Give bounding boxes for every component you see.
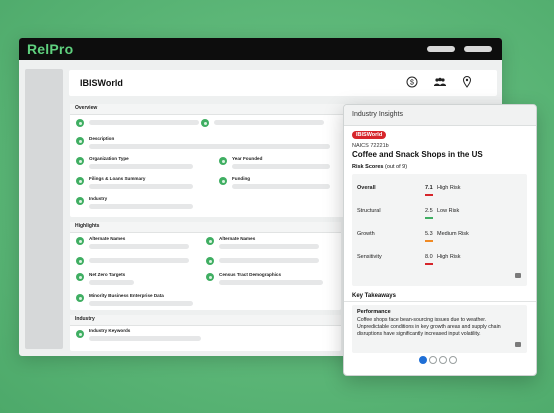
social-icon xyxy=(76,257,84,265)
social-icon-2 xyxy=(206,257,214,265)
phone-icon xyxy=(76,119,84,127)
risk-level: High Risk xyxy=(437,185,461,191)
risk-scores-title: Risk Scores (out of 9) xyxy=(352,164,408,170)
page-dot[interactable] xyxy=(429,356,437,364)
alt-names-label: Alternate Names xyxy=(89,236,126,241)
industry-insights-panel: Industry Insights IBISWorld NAICS 72221b… xyxy=(343,104,537,376)
briefcase-icon[interactable] xyxy=(515,342,521,347)
net-zero-label: Net Zero Targets xyxy=(89,272,126,277)
industry-name: Coffee and Snack Shops in the US xyxy=(352,150,483,159)
net-zero-icon xyxy=(76,273,84,281)
highlights-title: Highlights xyxy=(75,223,100,229)
dollar-icon[interactable]: $ xyxy=(405,76,419,90)
risk-score: 2.5 xyxy=(425,208,433,214)
alt-names-label-2: Alternate Names xyxy=(219,236,256,241)
page-title: IBISWorld xyxy=(80,78,123,88)
industry-title: Industry xyxy=(75,316,95,322)
alt-names-icon xyxy=(76,237,84,245)
funding-icon xyxy=(219,177,227,185)
description-icon xyxy=(76,137,84,145)
risk-indicator xyxy=(425,240,433,242)
highlights-section: Highlights Alternate Names Alternate Nam… xyxy=(70,222,341,310)
filings-label: Filings & Loans Summary xyxy=(89,176,146,181)
relpro-logo: RelPro xyxy=(27,41,74,57)
overview-title: Overview xyxy=(75,105,98,111)
takeaway-text: Coffee shops face bean-sourcing issues d… xyxy=(357,317,501,337)
year-founded-icon xyxy=(219,157,227,165)
org-type-icon xyxy=(76,157,84,165)
page-dot[interactable] xyxy=(419,356,427,364)
alt-names-icon-2 xyxy=(206,237,214,245)
takeaway-heading: Performance xyxy=(357,309,391,315)
risk-indicator xyxy=(425,263,433,265)
risk-name: Overall xyxy=(357,185,376,191)
risk-level: Low Risk xyxy=(437,208,460,214)
funding-label: Funding xyxy=(232,176,251,181)
people-icon[interactable] xyxy=(433,76,447,90)
naics-code: NAICS 72221b xyxy=(352,143,389,149)
minority-label: Minority Business Enterprise Data xyxy=(89,293,164,298)
top-bar: RelPro xyxy=(19,38,502,60)
risk-score: 8.0 xyxy=(425,254,433,260)
risk-indicator xyxy=(425,217,433,219)
risk-indicator xyxy=(425,194,433,196)
panel-title: Industry Insights xyxy=(352,111,403,118)
overview-section: Overview Description Organization Type Y… xyxy=(70,104,388,217)
page-dot[interactable] xyxy=(439,356,447,364)
takeaway-card: Performance Coffee shops face bean-sourc… xyxy=(352,305,527,353)
risk-level: High Risk xyxy=(437,254,461,260)
risk-level: Medium Risk xyxy=(437,231,469,237)
org-type-label: Organization Type xyxy=(89,156,129,161)
risk-name: Structural xyxy=(357,208,381,214)
year-founded-label: Year Founded xyxy=(232,156,263,161)
risk-name: Growth xyxy=(357,231,375,237)
page-dot[interactable] xyxy=(449,356,457,364)
risk-score: 5.3 xyxy=(425,231,433,237)
nav-pill-2[interactable] xyxy=(464,46,492,52)
key-takeaways-title: Key Takeaways xyxy=(352,293,396,299)
risk-scores-box: Overall 7.1 High Risk Structural 2.5 Low… xyxy=(352,174,527,286)
nav-pill-1[interactable] xyxy=(427,46,455,52)
minority-icon xyxy=(76,294,84,302)
link-icon xyxy=(201,119,209,127)
description-label: Description xyxy=(89,136,115,141)
ibisworld-badge: IBISWorld xyxy=(352,131,387,139)
filings-icon xyxy=(76,177,84,185)
company-header: IBISWorld $ xyxy=(69,70,497,96)
svg-text:$: $ xyxy=(410,80,414,87)
census-icon xyxy=(206,273,214,281)
briefcase-icon[interactable] xyxy=(515,273,521,278)
industry-section: Industry Industry Keywords xyxy=(70,315,341,351)
census-label: Census Tract Demographics xyxy=(219,272,282,277)
risk-score: 7.1 xyxy=(425,185,433,191)
industry-icon xyxy=(76,197,84,205)
sidebar xyxy=(25,69,63,349)
keywords-icon xyxy=(76,330,84,338)
keywords-label: Industry Keywords xyxy=(89,328,131,333)
industry-label: Industry xyxy=(89,196,108,201)
risk-name: Sensitivity xyxy=(357,254,382,260)
location-pin-icon[interactable] xyxy=(460,76,474,90)
